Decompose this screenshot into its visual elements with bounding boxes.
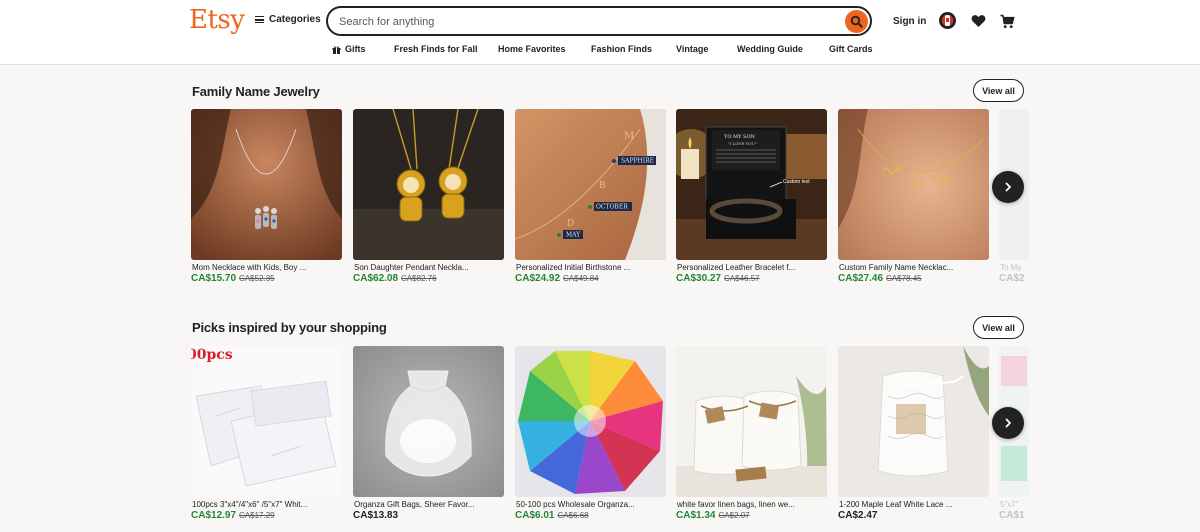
original-price: CA$52.35 [239, 274, 275, 283]
search-icon [850, 15, 863, 28]
original-price: CA$6.68 [557, 511, 589, 520]
original-price: CA$82.76 [401, 274, 437, 283]
product-title: 50-100 pcs Wholesale Organza... [516, 500, 635, 509]
product-price: CA$2 [999, 273, 1025, 284]
sale-price: CA$24.92 [515, 273, 561, 284]
nav-item-fashion-finds[interactable]: Fashion Finds [591, 44, 652, 54]
product-price: CA$6.01 CA$6.68 [515, 510, 589, 521]
price: CA$2.47 [838, 510, 878, 521]
nav-item-home-favorites[interactable]: Home Favorites [498, 44, 566, 54]
section-title-picks: Picks inspired by your shopping [192, 320, 387, 335]
category-nav: Gifts Fresh Finds for Fall Home Favorite… [0, 44, 1200, 58]
canada-flag-icon [942, 15, 953, 26]
menu-icon [255, 16, 264, 23]
product-image [676, 346, 827, 497]
product-image [353, 346, 504, 497]
section-title-family-jewelry: Family Name Jewelry [192, 84, 320, 99]
view-all-button[interactable]: View all [973, 79, 1024, 102]
box-text: TO MY SON [724, 134, 756, 140]
initial-charm: D [567, 219, 574, 229]
region-flag-button[interactable] [939, 12, 956, 29]
product-title: Personalized Initial Birthstone ... [516, 263, 631, 272]
product-image: TO MY SON "I LOVE YOU" Custom text [676, 109, 827, 260]
nav-item-vintage[interactable]: Vintage [676, 44, 708, 54]
sale-price: CA$15.70 [191, 273, 237, 284]
price: CA$13.83 [353, 510, 399, 521]
original-price: CA$2.07 [718, 511, 750, 520]
product-title: 100pcs 3"x4"/4"x6" /5"x7" Whit... [192, 500, 308, 509]
original-price: CA$46.57 [724, 274, 760, 283]
sale-price: CA$30.27 [676, 273, 722, 284]
product-price: CA$2.47 [838, 510, 877, 521]
carousel-next-button[interactable] [992, 171, 1024, 203]
birthstone-label: OCTOBER [596, 204, 628, 211]
chevron-right-icon [1005, 418, 1011, 428]
product-title: 1-200 Maple Leaf White Lace ... [839, 500, 953, 509]
sign-in-link[interactable]: Sign in [893, 16, 926, 27]
product-image: 00pcs [191, 346, 342, 497]
view-all-button[interactable]: View all [973, 316, 1024, 339]
product-title: Personalized Leather Bracelet f... [677, 263, 796, 272]
product-title: To My [1000, 263, 1022, 272]
product-image: M SAPPHIRE B OCTOBER D MAY [515, 109, 666, 260]
original-price: CA$49.84 [563, 274, 599, 283]
initial-charm: M [624, 131, 634, 142]
gift-icon [332, 45, 341, 54]
product-image [353, 109, 504, 260]
product-title: Custom Family Name Necklac... [839, 263, 954, 272]
birthstone-label: MAY [566, 232, 581, 239]
box-text: "I LOVE YOU" [728, 141, 757, 146]
categories-button[interactable]: Categories [255, 14, 321, 25]
product-price: CA$27.46 CA$78.45 [838, 273, 922, 284]
original-price: CA$17.29 [239, 511, 275, 520]
product-price: CA$24.92 CA$49.84 [515, 273, 599, 284]
nav-item-fresh-finds[interactable]: Fresh Finds for Fall [394, 44, 478, 54]
nav-item-gift-cards[interactable]: Gift Cards [829, 44, 873, 54]
product-image [838, 346, 989, 497]
nav-item-gifts[interactable]: Gifts [332, 44, 366, 54]
carousel-next-button[interactable] [992, 407, 1024, 439]
nav-item-wedding-guide[interactable]: Wedding Guide [737, 44, 803, 54]
product-price: CA$62.08 CA$82.76 [353, 273, 437, 284]
search-button[interactable] [845, 10, 868, 33]
original-price: CA$78.45 [886, 274, 922, 283]
product-title: Mom Necklace with Kids, Boy ... [192, 263, 307, 272]
product-image [838, 109, 989, 260]
product-image [191, 109, 342, 260]
product-image [515, 346, 666, 497]
callout-label: Custom text [783, 179, 810, 185]
sale-price: CA$27.46 [838, 273, 884, 284]
sale-price: CA$1.34 [676, 510, 716, 521]
site-header: Etsy Categories Sign in [0, 0, 1200, 65]
product-price: CA$13.83 [353, 510, 398, 521]
heart-icon [971, 15, 985, 27]
product-title: white favor linen bags, linen we... [677, 500, 795, 509]
product-price: CA$1 [999, 510, 1025, 521]
search-bar [326, 6, 872, 36]
initial-charm: B [599, 181, 606, 191]
product-title: Organza Gift Bags, Sheer Favor... [354, 500, 475, 509]
favorites-button[interactable] [969, 12, 987, 30]
product-title: 5"x7" [1000, 500, 1019, 509]
product-title: Son Daughter Pendant Neckla... [354, 263, 469, 272]
product-price: CA$1.34 CA$2.07 [676, 510, 750, 521]
product-price: CA$30.27 CA$46.57 [676, 273, 760, 284]
product-price: CA$12.97 CA$17.29 [191, 510, 275, 521]
categories-label: Categories [269, 14, 321, 25]
etsy-logo[interactable]: Etsy [189, 5, 245, 35]
cart-icon [1000, 14, 1014, 28]
sale-price: CA$62.08 [353, 273, 399, 284]
nav-label: Gifts [345, 44, 366, 54]
cart-button[interactable] [998, 12, 1016, 30]
birthstone-label: SAPPHIRE [621, 158, 654, 165]
chevron-right-icon [1005, 182, 1011, 192]
sale-price: CA$6.01 [515, 510, 555, 521]
product-price: CA$15.70 CA$52.35 [191, 273, 275, 284]
image-text: 00pcs [191, 347, 233, 363]
sale-price: CA$12.97 [191, 510, 237, 521]
search-input[interactable] [339, 13, 839, 30]
